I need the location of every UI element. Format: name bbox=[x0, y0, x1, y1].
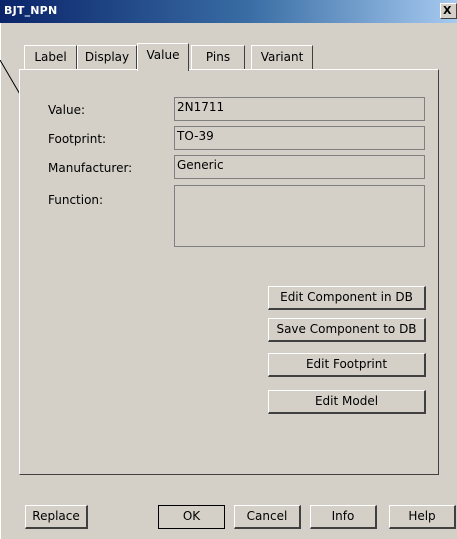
value-field-text: 2N1711 bbox=[177, 100, 225, 114]
edit-component-in-db-button[interactable]: Edit Component in DB bbox=[268, 286, 426, 310]
save-component-to-db-button[interactable]: Save Component to DB bbox=[268, 318, 426, 342]
tab-pins[interactable]: Pins bbox=[191, 45, 245, 69]
info-button[interactable]: Info bbox=[310, 505, 377, 529]
tab-value[interactable]: Value bbox=[137, 43, 189, 71]
tab-label[interactable]: Label bbox=[24, 45, 77, 69]
tab-variant[interactable]: Variant bbox=[251, 45, 313, 69]
close-icon: X bbox=[443, 4, 452, 17]
edit-footprint-button[interactable]: Edit Footprint bbox=[268, 353, 426, 377]
footprint-label: Footprint: bbox=[48, 132, 107, 146]
tab-variant-text: Variant bbox=[260, 50, 304, 64]
value-label: Value: bbox=[48, 103, 85, 117]
tab-display[interactable]: Display bbox=[77, 45, 137, 69]
manufacturer-field-text: Generic bbox=[177, 158, 224, 172]
tab-label-text: Label bbox=[34, 50, 67, 64]
window-title: BJT_NPN bbox=[4, 4, 58, 17]
tab-pins-text: Pins bbox=[205, 50, 231, 64]
replace-button[interactable]: Replace bbox=[25, 505, 88, 529]
tab-value-text: Value bbox=[146, 48, 180, 62]
function-label: Function: bbox=[48, 193, 104, 207]
help-button[interactable]: Help bbox=[389, 505, 456, 529]
function-field[interactable] bbox=[174, 185, 425, 247]
close-button[interactable]: X bbox=[440, 3, 457, 19]
manufacturer-field[interactable]: Generic bbox=[174, 155, 425, 179]
edit-model-button[interactable]: Edit Model bbox=[268, 390, 426, 414]
footprint-field-text: TO-39 bbox=[177, 129, 214, 143]
manufacturer-label: Manufacturer: bbox=[48, 161, 133, 175]
ok-button[interactable]: OK bbox=[158, 505, 225, 529]
title-bar[interactable]: BJT_NPN X bbox=[0, 0, 457, 23]
value-field[interactable]: 2N1711 bbox=[174, 97, 425, 121]
footprint-field[interactable]: TO-39 bbox=[174, 126, 425, 150]
cancel-button[interactable]: Cancel bbox=[234, 505, 301, 529]
tab-display-text: Display bbox=[84, 50, 130, 64]
